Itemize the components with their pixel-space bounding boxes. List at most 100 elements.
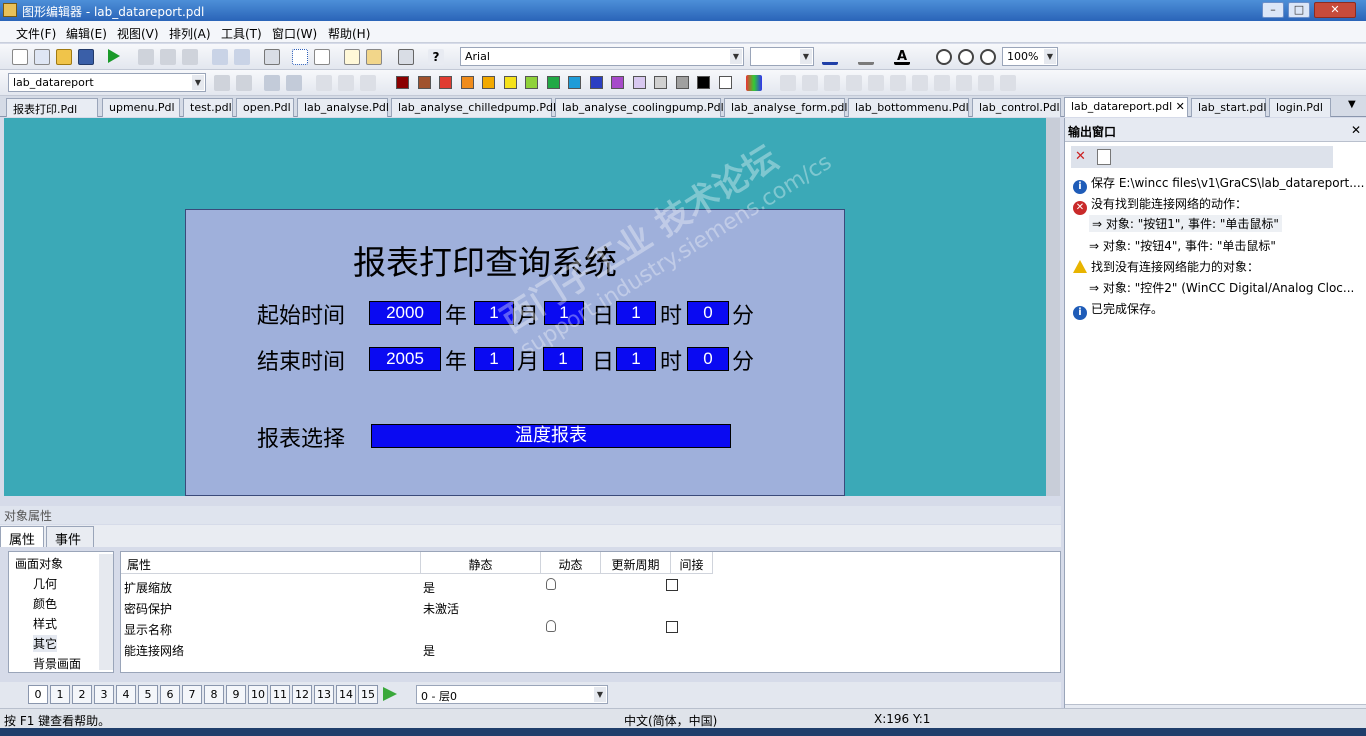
cut-icon[interactable] [138, 49, 154, 65]
zoom-out-icon[interactable] [958, 49, 974, 65]
tab-properties[interactable]: 属性 [0, 526, 45, 548]
print-icon[interactable] [264, 49, 280, 65]
layer-button[interactable]: 3 [94, 685, 114, 704]
color-swatch[interactable] [460, 76, 474, 89]
menu-file[interactable]: 文件(F) [16, 25, 56, 42]
start-hour-field[interactable]: 1 [616, 301, 656, 325]
undo-icon[interactable] [212, 49, 228, 65]
minimize-button[interactable]: – [1262, 2, 1284, 18]
tree-geometry[interactable]: 几何 [33, 575, 57, 592]
layer-button[interactable]: 13 [314, 685, 334, 704]
layer-select[interactable]: 0 - 层0 ▼ [416, 685, 608, 704]
layers-icon[interactable] [344, 49, 360, 65]
color-swatch[interactable] [503, 76, 517, 89]
font-select[interactable]: Arial ▼ [460, 47, 744, 66]
group-icon[interactable] [214, 75, 230, 91]
pick-icon[interactable] [398, 49, 414, 65]
tab-list-dropdown-icon[interactable]: ▼ [1348, 99, 1356, 110]
layer-button[interactable]: 4 [116, 685, 136, 704]
canvas-vertical-scrollbar[interactable] [1046, 118, 1060, 496]
prop-row-name[interactable]: 扩展缩放 [124, 579, 172, 596]
menu-edit[interactable]: 编辑(E) [66, 25, 107, 42]
tab-lab-analyse-form[interactable]: lab_analyse_form.pdl [724, 98, 847, 117]
tree-other[interactable]: 其它 [33, 635, 58, 652]
font-color-icon[interactable]: A [894, 49, 910, 65]
open-folder-icon[interactable] [56, 49, 72, 65]
layer-button[interactable]: 6 [160, 685, 180, 704]
rotate-icon[interactable] [360, 75, 376, 91]
align-bottom-icon[interactable] [846, 75, 862, 91]
layer-button[interactable]: 15 [358, 685, 378, 704]
end-year-field[interactable]: 2005 [369, 347, 441, 371]
menu-help[interactable]: 帮助(H) [328, 25, 370, 42]
color-swatch[interactable] [417, 76, 431, 89]
layer-button[interactable]: 12 [292, 685, 312, 704]
close-button[interactable]: ✕ [1314, 2, 1356, 18]
tab-lab-analyse[interactable]: lab_analyse.Pdl [297, 98, 389, 117]
output-close-icon[interactable]: ✕ [1351, 123, 1361, 137]
next-layers-arrow-icon[interactable] [383, 687, 397, 701]
color-swatch[interactable] [589, 76, 603, 89]
align-left-icon[interactable] [780, 75, 796, 91]
menu-view[interactable]: 视图(V) [117, 25, 159, 42]
layer-button[interactable]: 2 [72, 685, 92, 704]
paste-icon[interactable] [182, 49, 198, 65]
color-swatch[interactable] [525, 76, 538, 89]
output-message[interactable]: i 已完成保存。 [1073, 300, 1163, 320]
output-message[interactable]: i 保存 E:\wincc files\v1\GraCS\lab_datarepo… [1073, 174, 1364, 194]
prop-row-name[interactable]: 显示名称 [124, 621, 172, 638]
connect-icon[interactable] [264, 75, 280, 91]
color-swatch[interactable] [654, 76, 667, 89]
menu-arrange[interactable]: 排列(A) [169, 25, 211, 42]
new-file-icon[interactable] [12, 49, 28, 65]
color-swatch[interactable] [718, 76, 732, 89]
same-size-icon[interactable] [1000, 75, 1016, 91]
tab-upmenu[interactable]: upmenu.Pdl [102, 98, 180, 117]
spread-h-icon[interactable] [912, 75, 928, 91]
color-swatch[interactable] [482, 76, 495, 89]
end-day-field[interactable]: 1 [543, 347, 583, 371]
color-swatch[interactable] [439, 76, 452, 89]
center-h-icon[interactable] [868, 75, 884, 91]
clear-output-icon[interactable]: ✕ [1075, 149, 1091, 165]
layer-button[interactable]: 1 [50, 685, 70, 704]
tab-report-print[interactable]: 报表打印.Pdl [6, 98, 98, 117]
start-day-field[interactable]: 1 [544, 301, 584, 325]
prop-row-name[interactable]: 密码保护 [124, 600, 172, 617]
tree-style[interactable]: 样式 [33, 615, 57, 632]
color-swatch[interactable] [546, 76, 560, 89]
tree-background[interactable]: 背景画面 [33, 655, 81, 672]
grid-icon[interactable] [292, 49, 308, 65]
output-message[interactable]: ⇒ 对象: "按钮1", 事件: "单击鼠标" [1089, 215, 1282, 232]
tab-events[interactable]: 事件 [46, 526, 94, 548]
tab-test[interactable]: test.pdl [183, 98, 233, 117]
disconnect-icon[interactable] [286, 75, 302, 91]
tab-close-icon[interactable]: ✕ [1176, 100, 1185, 113]
color-swatch[interactable] [632, 76, 646, 89]
output-message[interactable]: ✕ 没有找到能连接网络的动作： [1073, 195, 1247, 215]
menu-tools[interactable]: 工具(T) [221, 25, 262, 42]
mirror-h-icon[interactable] [338, 75, 354, 91]
same-width-icon[interactable] [956, 75, 972, 91]
properties-icon[interactable] [366, 49, 382, 65]
zoom-select[interactable]: 100% ▼ [1002, 47, 1058, 66]
snap-icon[interactable] [314, 49, 330, 65]
save-icon[interactable] [78, 49, 94, 65]
layer-button[interactable]: 5 [138, 685, 158, 704]
fill-color-icon[interactable] [858, 49, 874, 65]
tab-lab-analyse-coolingpump[interactable]: lab_analyse_coolingpump.Pdl [555, 98, 724, 117]
menu-window[interactable]: 窗口(W) [272, 25, 317, 42]
color-swatch[interactable] [675, 76, 689, 89]
color-swatch[interactable] [568, 76, 581, 89]
tree-root[interactable]: 画面对象 [15, 555, 63, 572]
copy-output-icon[interactable] [1097, 149, 1111, 165]
layer-button[interactable]: 9 [226, 685, 246, 704]
color-swatch[interactable] [611, 76, 624, 89]
output-message[interactable]: 找到没有连接网络能力的对象： [1073, 258, 1259, 275]
output-message[interactable]: ⇒ 对象: "按钮4", 事件: "单击鼠标" [1089, 237, 1276, 254]
tab-login[interactable]: login.Pdl [1269, 98, 1331, 117]
report-type-select[interactable]: 温度报表 [371, 424, 731, 448]
tree-colors[interactable]: 颜色 [33, 595, 57, 612]
mirror-v-icon[interactable] [316, 75, 332, 91]
color-swatch[interactable] [396, 76, 409, 89]
